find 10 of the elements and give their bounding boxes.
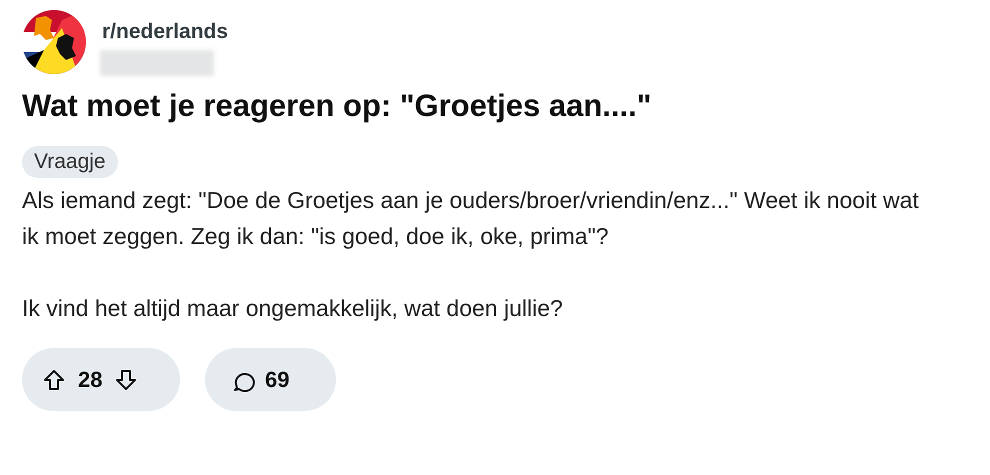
post-text: Als iemand zegt: "Doe de Groetjes aan je ouders/broer/vriendin/enz..." Weet ik nooit wat ik moet zeggen. Zeg ik dan: "is goed, doe ik, oke, prima"? <box>22 186 920 251</box>
subreddit-name[interactable]: r/nederlands <box>102 20 228 44</box>
post-title: Wat moet je reageren op: "Groetjes aan...." <box>22 88 652 124</box>
post-text: Ik vind het altijd maar ongemakkelijk, wat doen jullie? <box>22 294 564 323</box>
subreddit-avatar-icon[interactable] <box>22 10 86 74</box>
flair-tag: Vraagje <box>22 146 118 178</box>
comments-button[interactable]: 69 <box>205 348 336 411</box>
downvote-button[interactable] <box>114 368 138 392</box>
upvote-button[interactable] <box>42 368 66 392</box>
vote-count: 28 <box>78 366 102 392</box>
